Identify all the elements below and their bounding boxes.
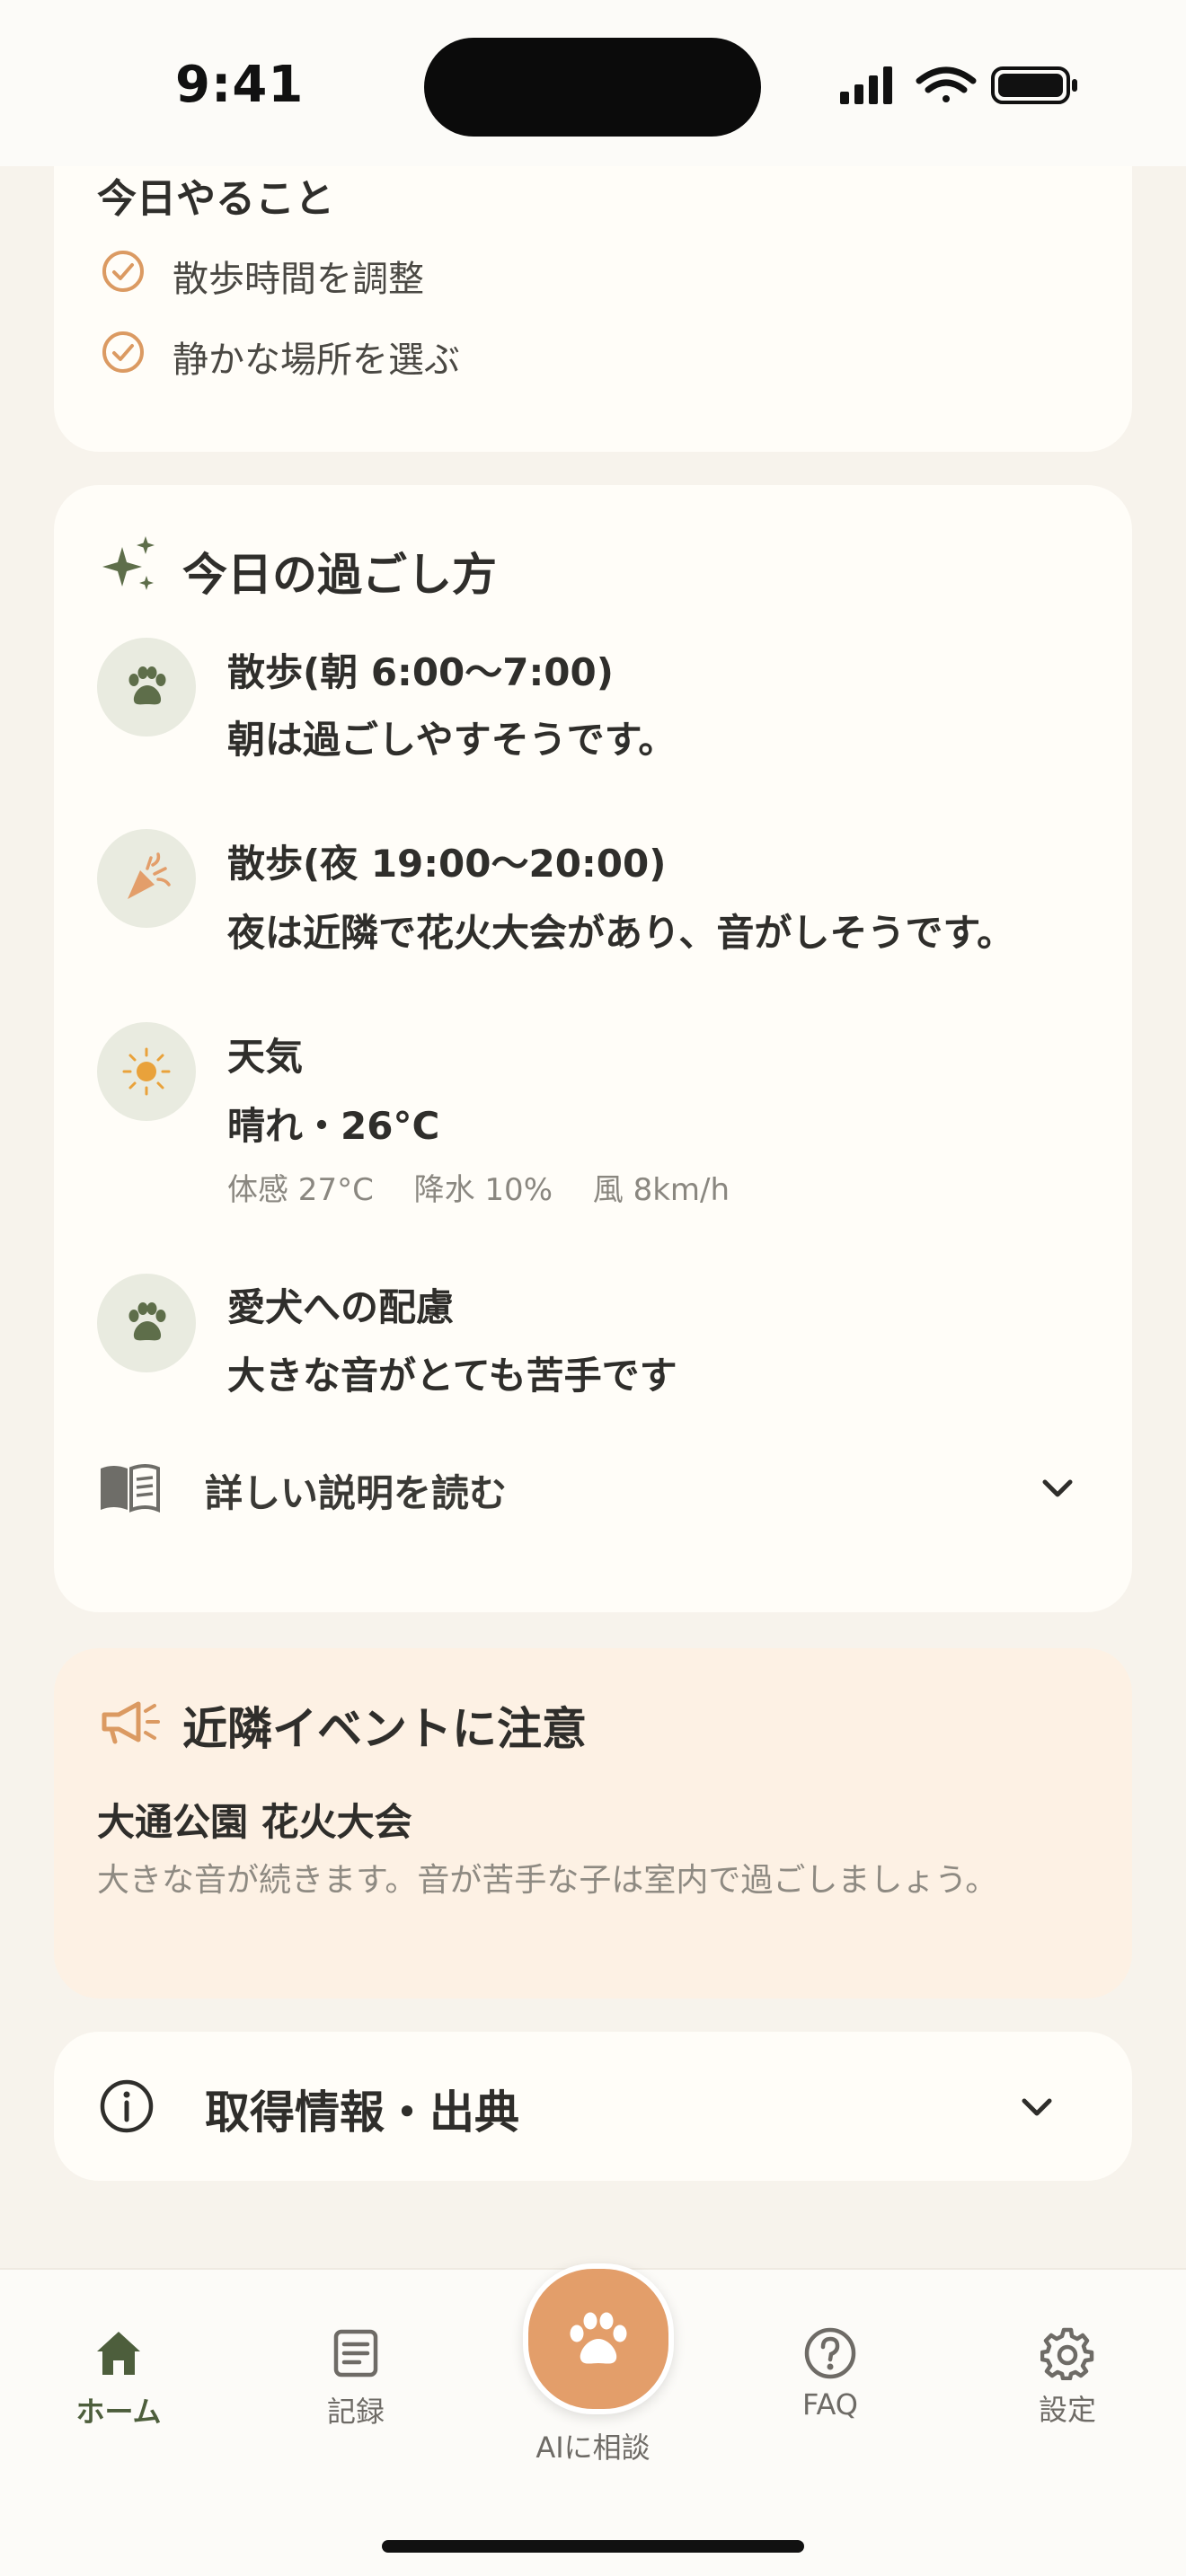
event-title: 近隣イベントに注意 — [182, 1703, 587, 1755]
todo-item-2: 静かな場所を選ぶ — [173, 340, 460, 381]
source-title: 取得情報・出典 — [205, 2086, 519, 2139]
status-icons — [840, 66, 1077, 104]
tab-home-label: ホーム — [75, 2395, 162, 2429]
megaphone-icon — [102, 1701, 160, 1744]
todo-heading: 今日やること — [97, 176, 334, 222]
todo-card: 今日やること 散歩時間を調整 静かな場所を選ぶ — [54, 166, 1132, 452]
todo-item-1: 散歩時間を調整 — [173, 259, 424, 300]
sun-icon — [122, 1047, 171, 1096]
read-more-label: 詳しい説明を読む — [205, 1471, 508, 1515]
tab-record[interactable]: 記録 — [275, 2328, 437, 2430]
today-card: 今日の過ごし方 散歩(朝 6:00〜7:00) 朝は過ごしやすそうです。 散歩(… — [54, 485, 1132, 1612]
sparkle-icon — [102, 536, 155, 590]
dog-care-title: 愛犬への配慮 — [227, 1285, 455, 1329]
weather-title: 天気 — [227, 1035, 304, 1079]
tab-settings[interactable]: 設定 — [987, 2326, 1148, 2429]
tab-ai-label-wrap: AIに相談 — [512, 2418, 674, 2466]
record-icon — [333, 2329, 378, 2378]
dog-care-icon-circle — [97, 1274, 196, 1372]
tab-ai-label: AIに相談 — [535, 2430, 651, 2465]
status-time: 9:41 — [175, 56, 305, 114]
tab-record-label: 記録 — [326, 2395, 385, 2429]
dog-care-body: 大きな音がとても苦手です — [227, 1354, 677, 1398]
event-description: 大きな音が続きます。音が苦手な子は室内で過ごしましょう。 — [97, 1862, 998, 1899]
walk-night-icon-circle — [97, 829, 196, 928]
weather-details: 体感 27°C 降水 10% 風 8km/h — [227, 1172, 730, 1208]
today-title: 今日の過ごし方 — [182, 549, 497, 601]
chevron-down-icon — [1042, 1479, 1073, 1497]
tab-settings-label: 設定 — [1038, 2393, 1096, 2427]
tab-faq[interactable]: FAQ — [749, 2326, 911, 2422]
weather-body: 晴れ・26°C — [227, 1104, 440, 1148]
dynamic-island — [424, 38, 761, 137]
event-name: 大通公園 花火大会 — [97, 1800, 412, 1844]
tab-home[interactable]: ホーム — [38, 2328, 199, 2430]
wifi-icon — [916, 66, 977, 102]
walk-morning-icon-circle — [97, 638, 196, 737]
book-icon — [101, 1464, 160, 1513]
read-more-row[interactable]: 詳しい説明を読む — [54, 1433, 1132, 1540]
walk-morning-body: 朝は過ごしやすそうです。 — [227, 718, 677, 762]
ai-consult-button[interactable] — [523, 2263, 674, 2414]
signal-icon — [840, 66, 892, 104]
gear-icon — [1040, 2327, 1094, 2381]
check-circle-icon — [102, 251, 144, 292]
paw-icon — [570, 2312, 627, 2364]
chevron-down-icon — [1022, 2098, 1052, 2116]
tab-faq-label: FAQ — [802, 2387, 858, 2422]
weather-icon-circle — [97, 1022, 196, 1121]
battery-icon — [991, 66, 1077, 104]
status-bar: 9:41 — [0, 0, 1186, 166]
paw-icon — [128, 666, 166, 705]
walk-night-title: 散歩(夜 19:00〜20:00) — [227, 842, 667, 886]
info-icon — [100, 2079, 154, 2133]
paw-icon — [128, 1302, 166, 1341]
walk-night-body: 夜は近隣で花火大会があり、音がしそうです。 — [227, 911, 1015, 955]
event-warning-card: 近隣イベントに注意 大通公園 花火大会 大きな音が続きます。音が苦手な子は室内で… — [54, 1648, 1132, 1998]
firework-popper-icon — [128, 852, 171, 899]
source-info-card[interactable]: 取得情報・出典 — [54, 2032, 1132, 2181]
check-circle-icon — [102, 331, 144, 373]
home-indicator — [382, 2540, 804, 2553]
question-icon — [804, 2327, 856, 2379]
walk-morning-title: 散歩(朝 6:00〜7:00) — [227, 650, 614, 694]
home-icon — [97, 2332, 140, 2375]
